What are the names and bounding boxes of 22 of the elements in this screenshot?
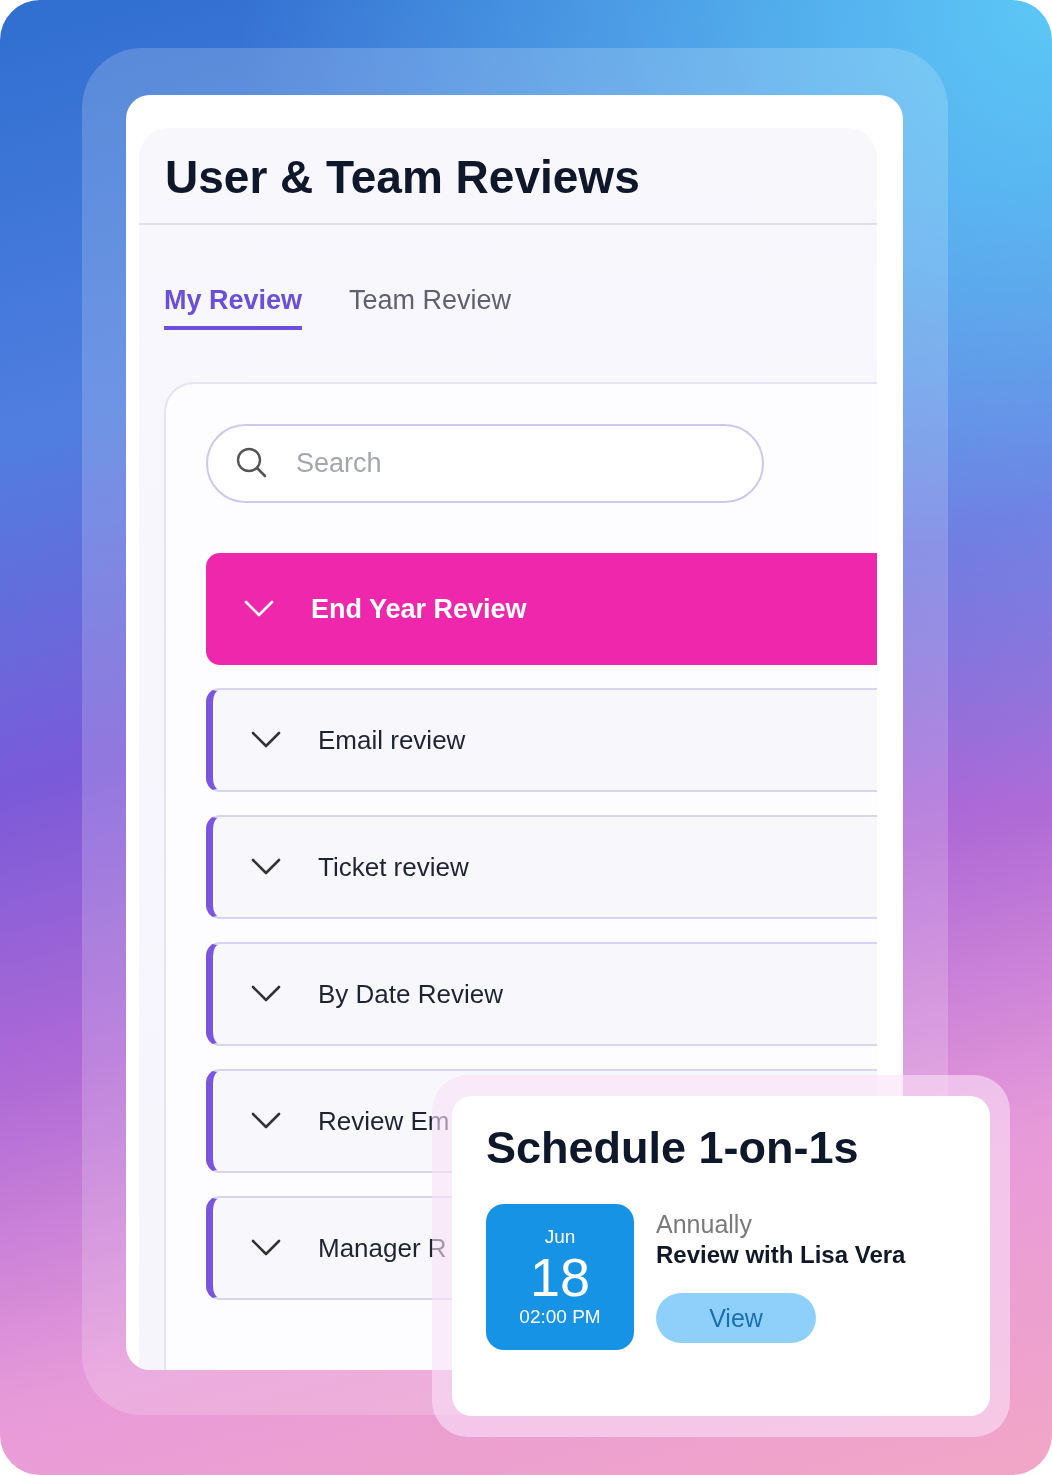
meeting-title: Review with Lisa Vera — [656, 1241, 906, 1269]
chevron-down-icon — [251, 731, 281, 749]
review-item[interactable]: By Date Review — [206, 942, 877, 1046]
review-item[interactable]: Ticket review — [206, 815, 877, 919]
tab[interactable]: Team Review — [349, 285, 512, 330]
chevron-down-icon — [251, 858, 281, 876]
chevron-down-icon — [251, 1112, 281, 1130]
search-field[interactable]: Search — [206, 424, 764, 503]
chevron-down-icon — [244, 600, 274, 618]
chevron-down-icon — [251, 1239, 281, 1257]
view-button[interactable]: View — [656, 1293, 816, 1343]
date-month: Jun — [544, 1226, 576, 1248]
date-time: 02:00 PM — [519, 1306, 601, 1328]
frequency-label: Annually — [656, 1210, 753, 1239]
card-title: Schedule 1-on-1s — [486, 1122, 860, 1174]
date-day: 18 — [529, 1248, 591, 1306]
search-icon — [236, 447, 268, 479]
review-item[interactable]: Email review — [206, 688, 877, 792]
review-item[interactable]: End Year Review — [206, 553, 877, 665]
chevron-down-icon — [251, 985, 281, 1003]
tab[interactable]: My Review — [164, 285, 303, 330]
page-title: User & Team Reviews — [165, 150, 641, 204]
